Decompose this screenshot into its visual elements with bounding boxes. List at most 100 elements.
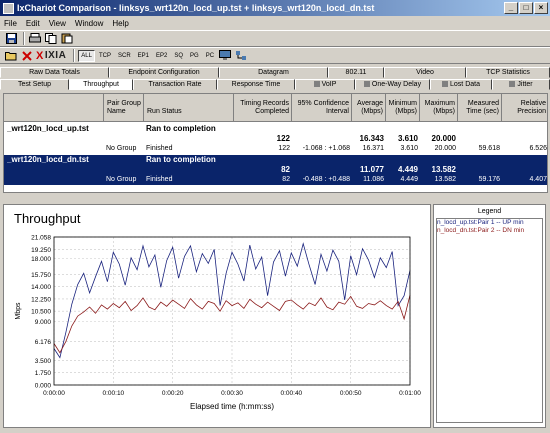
pair-confidence: -1.068 : +1.068 bbox=[302, 145, 350, 152]
header-relative-precision[interactable]: Relative Precision bbox=[502, 94, 547, 122]
file-name: _wrt120n_locd_up.tst bbox=[7, 124, 89, 133]
filter-sq[interactable]: SQ bbox=[171, 50, 186, 62]
pair-group: No Group bbox=[106, 176, 137, 183]
filter-all[interactable]: ALL bbox=[78, 49, 95, 62]
toolbar-main bbox=[0, 30, 550, 47]
legend-list: n_locd_up.tst:Pair 1 -- UP min n_locd_dn… bbox=[436, 218, 543, 423]
header-timing-records[interactable]: Timing Records Completed bbox=[234, 94, 292, 122]
x-axis-label: Elapsed time (h:mm:ss) bbox=[190, 402, 274, 411]
legend-item-dn[interactable]: n_locd_dn.tst:Pair 2 -- DN min bbox=[437, 227, 542, 235]
save-icon[interactable] bbox=[4, 32, 18, 45]
voip-icon bbox=[313, 81, 320, 88]
average: 11.077 bbox=[359, 165, 384, 174]
filter-ep2[interactable]: EP2 bbox=[153, 50, 170, 62]
header-confidence[interactable]: 95% Confidence Interval bbox=[292, 94, 352, 122]
print-icon[interactable] bbox=[28, 32, 42, 45]
menu-edit[interactable]: Edit bbox=[26, 19, 40, 28]
legend-pane: Legend n_locd_up.tst:Pair 1 -- UP min n_… bbox=[433, 204, 546, 428]
pair-minimum: 4.449 bbox=[400, 176, 418, 183]
tab-response-time[interactable]: Response Time bbox=[217, 79, 295, 90]
table-row-file-up-totals[interactable]: 122 16.343 3.610 20.000 bbox=[4, 134, 547, 144]
tab-tcp-statistics[interactable]: TCP Statistics bbox=[466, 67, 550, 78]
tab-one-way-delay[interactable]: One-Way Delay bbox=[355, 79, 430, 90]
header-minimum[interactable]: Minimum (Mbps) bbox=[386, 94, 420, 122]
table-row-file-dn[interactable]: _wrt120n_locd_dn.tst Ran to completion bbox=[4, 155, 547, 165]
header-run-status[interactable]: Run Status bbox=[144, 94, 234, 122]
chart-title: Throughput bbox=[14, 211, 81, 226]
menu-help[interactable]: Help bbox=[112, 19, 128, 28]
legend-item-up[interactable]: n_locd_up.tst:Pair 1 -- UP min bbox=[437, 219, 542, 227]
y-tick-label: 18.000 bbox=[31, 256, 51, 263]
tab-jitter[interactable]: Jitter bbox=[492, 79, 550, 90]
file-name: _wrt120n_locd_dn.tst bbox=[7, 155, 89, 164]
tab-test-setup[interactable]: Test Setup bbox=[0, 79, 69, 90]
toolbar-separator bbox=[23, 32, 25, 45]
pair-measured-time: 59.176 bbox=[478, 176, 500, 183]
filter-pc[interactable]: PC bbox=[203, 50, 217, 62]
average: 16.343 bbox=[359, 134, 384, 143]
close-button[interactable]: × bbox=[534, 2, 548, 14]
header-maximum[interactable]: Maximum (Mbps) bbox=[420, 94, 458, 122]
series-line-up bbox=[53, 242, 411, 359]
title-bar: IxChariot Comparison - linksys_wrt120n_l… bbox=[0, 0, 550, 16]
header-pair-group[interactable]: Pair Group Name bbox=[104, 94, 144, 122]
tab-802-11[interactable]: 802.11 bbox=[328, 67, 384, 78]
y-tick-label: 15.750 bbox=[31, 272, 51, 279]
header-measured-time[interactable]: Measured Time (sec) bbox=[458, 94, 502, 122]
y-tick-label: 10.500 bbox=[31, 309, 51, 316]
filter-pg[interactable]: PG bbox=[187, 50, 202, 62]
copy-icon[interactable] bbox=[44, 32, 58, 45]
throughput-chart: Throughput 0.000 1.750 3.500 6.176 9.000 10.5… bbox=[14, 211, 421, 411]
header-file[interactable] bbox=[4, 94, 104, 122]
menu-file[interactable]: File bbox=[4, 19, 17, 28]
timing-records: 122 bbox=[276, 134, 290, 143]
pair-measured-time: 59.618 bbox=[478, 145, 500, 152]
menu-window[interactable]: Window bbox=[75, 19, 103, 28]
pair-precision: 6.526 bbox=[529, 145, 547, 152]
ixia-logo: X IXIA bbox=[36, 49, 67, 62]
open-folder-icon[interactable] bbox=[4, 49, 18, 62]
toolbar-separator bbox=[73, 49, 76, 62]
menu-view[interactable]: View bbox=[49, 19, 66, 28]
table-row-file-dn-totals[interactable]: 82 11.077 4.449 13.582 bbox=[4, 165, 547, 175]
minimize-button[interactable]: _ bbox=[504, 2, 518, 14]
pair-status: Finished bbox=[146, 145, 173, 152]
maximize-button[interactable]: □ bbox=[519, 2, 533, 14]
paste-icon[interactable] bbox=[60, 32, 74, 45]
x-tick-label: 0:00:00 bbox=[43, 390, 65, 397]
header-average[interactable]: Average (Mbps) bbox=[352, 94, 386, 122]
results-grid: Pair Group Name Run Status Timing Records… bbox=[3, 93, 548, 193]
y-tick-label: 0.000 bbox=[35, 383, 52, 390]
pair-records: 122 bbox=[278, 145, 290, 152]
network-icon[interactable] bbox=[234, 49, 248, 62]
maximum: 13.582 bbox=[431, 165, 456, 174]
delay-icon bbox=[363, 81, 370, 88]
table-row-file-up[interactable]: _wrt120n_locd_up.tst Ran to completion bbox=[4, 124, 547, 134]
filter-tcp[interactable]: TCP bbox=[96, 50, 114, 62]
tab-raw-data-totals[interactable]: Raw Data Totals bbox=[0, 67, 109, 78]
screen-icon[interactable] bbox=[218, 49, 232, 62]
pair-average: 11.086 bbox=[363, 176, 384, 183]
table-row-pair-up[interactable]: No Group Finished 122 -1.068 : +1.068 16… bbox=[4, 144, 547, 154]
pair-minimum: 3.610 bbox=[400, 145, 418, 152]
tab-endpoint-configuration[interactable]: Endpoint Configuration bbox=[109, 67, 219, 78]
pane-splitter[interactable] bbox=[0, 196, 550, 201]
y-tick-label: 3.500 bbox=[35, 358, 52, 365]
x-tick-label: 0:00:40 bbox=[280, 390, 302, 397]
menu-bar: File Edit View Window Help bbox=[0, 16, 550, 30]
throughput-chart-pane: Throughput 0.000 1.750 3.500 6.176 9.000 10.5… bbox=[3, 204, 431, 428]
table-row-pair-dn[interactable]: No Group Finished 82 -0.488 : +0.488 11.… bbox=[4, 175, 547, 185]
y-tick-label: 12.250 bbox=[31, 296, 51, 303]
tab-video[interactable]: Video bbox=[384, 67, 466, 78]
tab-throughput[interactable]: Throughput bbox=[69, 79, 133, 90]
x-tick-label: 0:01:00 bbox=[399, 390, 421, 397]
filter-ep1[interactable]: EP1 bbox=[135, 50, 152, 62]
tab-lost-data[interactable]: Lost Data bbox=[430, 79, 492, 90]
tab-datagram[interactable]: Datagram bbox=[219, 67, 328, 78]
window-title: IxChariot Comparison - linksys_wrt120n_l… bbox=[17, 3, 375, 13]
tab-transaction-rate[interactable]: Transaction Rate bbox=[133, 79, 217, 90]
filter-scr[interactable]: SCR bbox=[115, 50, 134, 62]
y-tick-label: 1.750 bbox=[35, 370, 52, 377]
tab-voip[interactable]: VoIP bbox=[295, 79, 355, 90]
pair-group: No Group bbox=[106, 145, 137, 152]
